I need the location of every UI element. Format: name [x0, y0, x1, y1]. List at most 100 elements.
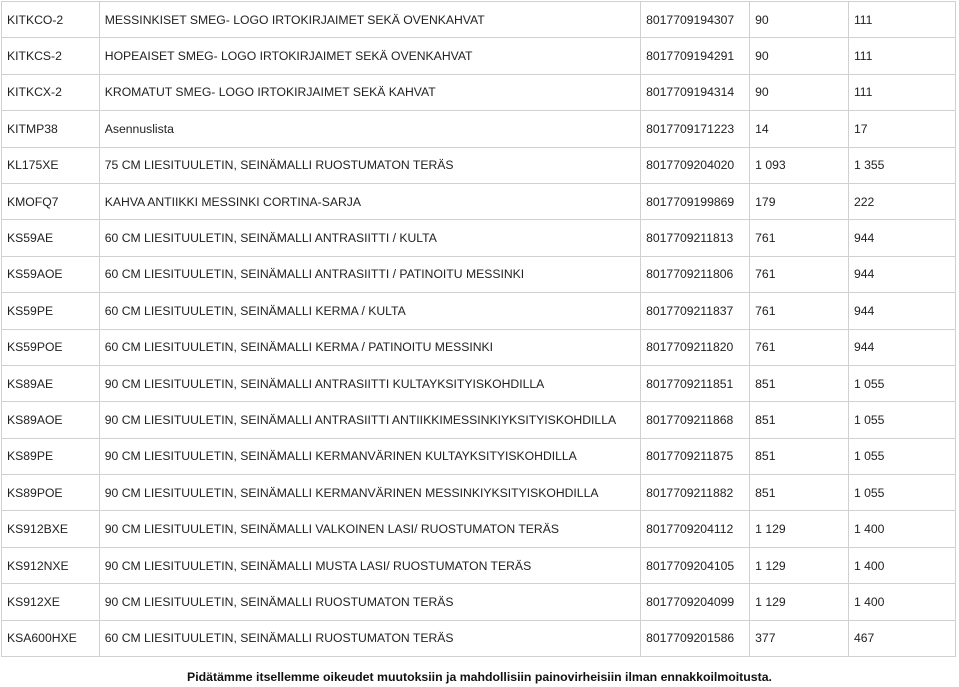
- price-cell: 1 129: [749, 510, 849, 548]
- price-cell: 761: [749, 219, 849, 257]
- price-with-vat-cell: 1 355: [847, 146, 957, 184]
- product-description-cell: 60 CM LIESITUULETIN, SEINÄMALLI KERMA / …: [98, 328, 642, 366]
- price-with-vat-cell: 1 400: [847, 583, 957, 621]
- product-description-cell: 75 CM LIESITUULETIN, SEINÄMALLI RUOSTUMA…: [98, 146, 642, 184]
- product-code-cell: KL175XE: [1, 146, 100, 184]
- ean-code-cell: 8017709171223: [640, 110, 751, 148]
- price-with-vat-cell: 944: [847, 292, 957, 330]
- ean-code-cell: 8017709211868: [640, 401, 751, 439]
- price-with-vat-cell: 1 400: [847, 510, 957, 548]
- product-description-cell: 60 CM LIESITUULETIN, SEINÄMALLI KERMA / …: [98, 292, 642, 330]
- price-cell: 761: [749, 328, 849, 366]
- ean-code-cell: 8017709194307: [640, 0, 751, 39]
- table-row: KITMP38 Asennuslista 8017709171223 14 17: [1, 110, 957, 148]
- product-description-cell: HOPEAISET SMEG- LOGO IRTOKIRJAIMET SEKÄ …: [98, 37, 642, 75]
- table-row: KS912BXE 90 CM LIESITUULETIN, SEINÄMALLI …: [1, 510, 957, 548]
- ean-code-cell: 8017709211820: [640, 328, 751, 366]
- product-description-cell: MESSINKISET SMEG- LOGO IRTOKIRJAIMET SEK…: [98, 0, 642, 39]
- product-description-cell: Asennuslista: [98, 110, 642, 148]
- price-with-vat-cell: 1 055: [847, 364, 957, 403]
- price-cell: 851: [749, 474, 849, 512]
- table-row: KS89AE 90 CM LIESITUULETIN, SEINÄMALLI AN…: [1, 364, 957, 403]
- table-row: KMOFQ7 KAHVA ANTIIKKI MESSINKI CORTINA-SA…: [1, 182, 957, 221]
- product-description-cell: KAHVA ANTIIKKI MESSINKI CORTINA-SARJA: [98, 182, 642, 221]
- price-cell: 90: [749, 0, 849, 39]
- price-cell: 179: [749, 182, 849, 221]
- price-with-vat-cell: 944: [847, 219, 957, 257]
- price-cell: 14: [749, 110, 849, 148]
- product-code-cell: KS912NXE: [1, 546, 100, 585]
- product-description-cell: 60 CM LIESITUULETIN, SEINÄMALLI ANTRASII…: [98, 219, 642, 257]
- product-code-cell: KITKCS-2: [1, 37, 100, 75]
- ean-code-cell: 8017709211882: [640, 474, 751, 512]
- ean-code-cell: 8017709204099: [640, 583, 751, 621]
- ean-code-cell: 8017709211806: [640, 255, 751, 294]
- price-cell: 1 129: [749, 546, 849, 585]
- price-cell: 851: [749, 437, 849, 476]
- price-cell: 1 093: [749, 146, 849, 184]
- product-description-cell: 90 CM LIESITUULETIN, SEINÄMALLI ANTRASII…: [98, 401, 642, 439]
- table-row: KS89POE 90 CM LIESITUULETIN, SEINÄMALLI K…: [1, 474, 957, 512]
- price-cell: 90: [749, 37, 849, 75]
- table-row: KITKCX-2 KROMATUT SMEG- LOGO IRTOKIRJAIME…: [1, 73, 957, 112]
- table-row: KSA600HXE 60 CM LIESITUULETIN, SEINÄMALLI…: [1, 619, 957, 658]
- price-cell: 90: [749, 73, 849, 112]
- price-with-vat-cell: 944: [847, 255, 957, 294]
- price-with-vat-cell: 222: [847, 182, 957, 221]
- product-code-cell: KS912BXE: [1, 510, 100, 548]
- price-cell: 761: [749, 292, 849, 330]
- product-code-cell: KS59POE: [1, 328, 100, 366]
- table-row: KS59AOE 60 CM LIESITUULETIN, SEINÄMALLI A…: [1, 255, 957, 294]
- ean-code-cell: 8017709199869: [640, 182, 751, 221]
- ean-code-cell: 8017709204105: [640, 546, 751, 585]
- table-row: KL175XE 75 CM LIESITUULETIN, SEINÄMALLI R…: [1, 146, 957, 184]
- ean-code-cell: 8017709211813: [640, 219, 751, 257]
- table-row: KS59PE 60 CM LIESITUULETIN, SEINÄMALLI KE…: [1, 292, 957, 330]
- disclaimer-note: Pidätämme itsellemme oikeudet muutoksiin…: [187, 670, 772, 684]
- ean-code-cell: 8017709211837: [640, 292, 751, 330]
- product-code-cell: KITKCO-2: [1, 0, 100, 39]
- product-description-cell: 90 CM LIESITUULETIN, SEINÄMALLI KERMANVÄ…: [98, 437, 642, 476]
- table-row: KS912XE 90 CM LIESITUULETIN, SEINÄMALLI R…: [1, 583, 957, 621]
- product-description-cell: 60 CM LIESITUULETIN, SEINÄMALLI RUOSTUMA…: [98, 619, 642, 658]
- price-with-vat-cell: 1 055: [847, 401, 957, 439]
- ean-code-cell: 8017709204112: [640, 510, 751, 548]
- ean-code-cell: 8017709204020: [640, 146, 751, 184]
- price-cell: 851: [749, 401, 849, 439]
- table-row: KS89AOE 90 CM LIESITUULETIN, SEINÄMALLI A…: [1, 401, 957, 439]
- product-description-cell: 90 CM LIESITUULETIN, SEINÄMALLI ANTRASII…: [98, 364, 642, 403]
- product-description-cell: 60 CM LIESITUULETIN, SEINÄMALLI ANTRASII…: [98, 255, 642, 294]
- product-code-cell: KS59AE: [1, 219, 100, 257]
- price-cell: 761: [749, 255, 849, 294]
- product-code-cell: KITKCX-2: [1, 73, 100, 112]
- price-list-table: KITKCO-2 MESSINKISET SMEG- LOGO IRTOKIRJA…: [1, 0, 957, 658]
- product-code-cell: KS59PE: [1, 292, 100, 330]
- ean-code-cell: 8017709194291: [640, 37, 751, 75]
- price-with-vat-cell: 1 055: [847, 437, 957, 476]
- price-list-body: KITKCO-2 MESSINKISET SMEG- LOGO IRTOKIRJA…: [1, 0, 957, 658]
- price-with-vat-cell: 111: [847, 37, 957, 75]
- ean-code-cell: 8017709211851: [640, 364, 751, 403]
- table-row: KS89PE 90 CM LIESITUULETIN, SEINÄMALLI KE…: [1, 437, 957, 476]
- price-cell: 1 129: [749, 583, 849, 621]
- product-description-cell: 90 CM LIESITUULETIN, SEINÄMALLI VALKOINE…: [98, 510, 642, 548]
- product-description-cell: 90 CM LIESITUULETIN, SEINÄMALLI KERMANVÄ…: [98, 474, 642, 512]
- table-row: KS59AE 60 CM LIESITUULETIN, SEINÄMALLI AN…: [1, 219, 957, 257]
- price-cell: 377: [749, 619, 849, 658]
- price-with-vat-cell: 111: [847, 73, 957, 112]
- price-cell: 851: [749, 364, 849, 403]
- price-with-vat-cell: 1 400: [847, 546, 957, 585]
- price-with-vat-cell: 111: [847, 0, 957, 39]
- table-row: KITKCO-2 MESSINKISET SMEG- LOGO IRTOKIRJA…: [1, 0, 957, 39]
- table-row: KITKCS-2 HOPEAISET SMEG- LOGO IRTOKIRJAIM…: [1, 37, 957, 75]
- price-with-vat-cell: 1 055: [847, 474, 957, 512]
- product-code-cell: KS912XE: [1, 583, 100, 621]
- product-code-cell: KS59AOE: [1, 255, 100, 294]
- product-description-cell: 90 CM LIESITUULETIN, SEINÄMALLI RUOSTUMA…: [98, 583, 642, 621]
- ean-code-cell: 8017709211875: [640, 437, 751, 476]
- product-code-cell: KSA600HXE: [1, 619, 100, 658]
- product-description-cell: KROMATUT SMEG- LOGO IRTOKIRJAIMET SEKÄ K…: [98, 73, 642, 112]
- product-code-cell: KMOFQ7: [1, 182, 100, 221]
- price-with-vat-cell: 17: [847, 110, 957, 148]
- product-code-cell: KITMP38: [1, 110, 100, 148]
